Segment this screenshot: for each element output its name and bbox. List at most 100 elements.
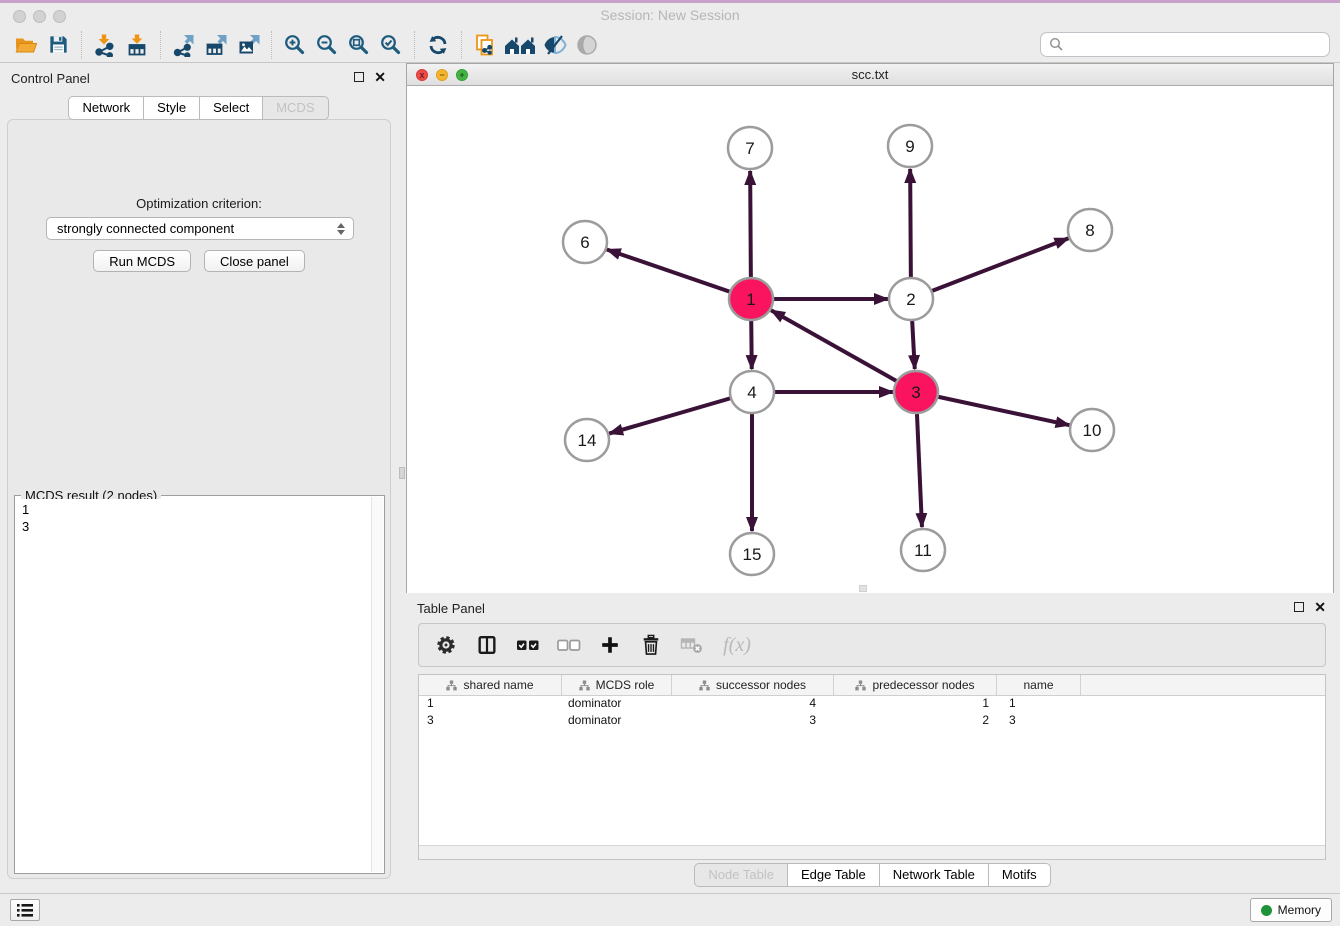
task-history-button[interactable] [10,899,40,921]
zoom-out-button[interactable] [311,30,343,60]
graph-node-6[interactable]: 6 [563,221,607,263]
zoom-in-button[interactable] [279,30,311,60]
column-header-successor-nodes[interactable]: successor nodes [672,675,834,695]
criterion-value: strongly connected component [57,221,337,236]
float-table-panel-icon[interactable] [1294,602,1304,612]
graph-node-4[interactable]: 4 [730,371,774,413]
svg-text:9: 9 [905,137,914,156]
network-canvas[interactable]: 1 2 3 4 6 7 8 9 10 11 14 15 [407,86,1333,593]
tab-select[interactable]: Select [199,96,263,120]
first-neighbors-icon [504,34,536,56]
export-image-icon [236,33,261,57]
run-mcds-button[interactable]: Run MCDS [93,250,191,272]
search-field[interactable] [1040,32,1330,57]
graph-node-8[interactable]: 8 [1068,209,1112,251]
table-tabs: Node TableEdge TableNetwork TableMotifs [406,863,1340,887]
save-session-button[interactable] [42,30,74,60]
criterion-select[interactable]: strongly connected component [46,217,354,240]
tab-style[interactable]: Style [143,96,200,120]
close-table-panel-icon[interactable]: ✕ [1314,598,1326,616]
cell-predecessor-nodes[interactable]: 1 [834,696,997,713]
open-session-button[interactable] [10,30,42,60]
export-table-button[interactable] [200,30,232,60]
zoom-fit-button[interactable] [343,30,375,60]
graph-node-14[interactable]: 14 [565,419,609,461]
control-panel: Control Panel ✕ NetworkStyleSelectMCDS O… [0,63,398,893]
export-network-button[interactable] [168,30,200,60]
cell-name[interactable]: 1 [997,696,1081,713]
mcds-result-box: MCDS result (2 nodes) 1 3 [14,495,385,874]
column-header-shared-name[interactable]: shared name [419,675,562,695]
graph-edge-3-1[interactable] [771,310,916,392]
tab-motifs[interactable]: Motifs [988,863,1051,887]
graph-node-10[interactable]: 10 [1070,409,1114,451]
svg-text:6: 6 [580,233,589,252]
delete-column-button[interactable] [638,631,664,659]
show-columns-button[interactable] [474,631,500,659]
graph-node-11[interactable]: 11 [901,529,945,571]
cell-successor-nodes[interactable]: 3 [672,713,834,730]
graph-node-1[interactable]: 1 [729,278,773,320]
panel-divider[interactable] [398,63,406,893]
tab-edge-table[interactable]: Edge Table [787,863,880,887]
delete-table-icon [680,635,704,655]
table-row[interactable]: 3dominator323 [419,713,1325,730]
deselect-all-button[interactable] [556,631,582,659]
svg-text:4: 4 [747,383,756,402]
tab-network[interactable]: Network [68,96,144,120]
import-table-button[interactable] [121,30,153,60]
first-neighbors-button[interactable] [501,30,539,60]
column-header-MCDS-role[interactable]: MCDS role [562,675,672,695]
result-scrollbar[interactable] [371,497,383,872]
table-horizontal-scrollbar[interactable] [419,845,1325,859]
delete-table-button[interactable] [679,631,705,659]
columns-icon [476,634,498,656]
float-panel-icon[interactable] [354,72,364,82]
graph-node-9[interactable]: 9 [888,125,932,167]
export-image-button[interactable] [232,30,264,60]
import-network-button[interactable] [89,30,121,60]
network-window-titlebar[interactable]: x − + scc.txt [407,64,1333,86]
graph-node-7[interactable]: 7 [728,127,772,169]
tab-node-table[interactable]: Node Table [694,863,788,887]
add-column-button[interactable] [597,631,623,659]
clone-network-button[interactable] [469,30,501,60]
cell-shared-name[interactable]: 1 [419,696,562,713]
cell-shared-name[interactable]: 3 [419,713,562,730]
cell-MCDS-role[interactable]: dominator [562,696,672,713]
zoom-selected-button[interactable] [375,30,407,60]
cell-name[interactable]: 3 [997,713,1081,730]
close-panel-icon[interactable]: ✕ [374,68,386,86]
show-graphics-button[interactable] [539,30,571,60]
tab-mcds[interactable]: MCDS [262,96,328,120]
canvas-resize-grip[interactable] [859,585,867,592]
table-panel: Table Panel ✕ f(x) shared nameMCDS roles… [406,593,1340,888]
divider-grip[interactable] [399,467,405,479]
network-graph[interactable]: 1 2 3 4 6 7 8 9 10 11 14 15 [407,86,1333,593]
refresh-icon [426,33,450,57]
graph-edge-3-10[interactable] [916,392,1070,425]
graph-node-3[interactable]: 3 [894,371,938,413]
cell-MCDS-role[interactable]: dominator [562,713,672,730]
refresh-view-button[interactable] [422,30,454,60]
memory-button[interactable]: Memory [1250,898,1332,922]
table-settings-button[interactable] [433,631,459,659]
tab-network-table[interactable]: Network Table [879,863,989,887]
hide-graphics-button[interactable] [571,30,603,60]
session-title: Session: New Session [0,7,1340,23]
cell-predecessor-nodes[interactable]: 2 [834,713,997,730]
mcds-result-text[interactable]: 1 3 [16,499,370,872]
graph-node-2[interactable]: 2 [889,278,933,320]
function-builder-button[interactable]: f(x) [720,631,754,659]
close-panel-button[interactable]: Close panel [204,250,305,272]
cell-successor-nodes[interactable]: 4 [672,696,834,713]
search-input[interactable] [1070,37,1321,52]
graph-edge-2-8[interactable] [911,238,1069,299]
table-row[interactable]: 1dominator411 [419,696,1325,713]
select-all-button[interactable] [515,631,541,659]
graph-node-15[interactable]: 15 [730,533,774,575]
column-header-predecessor-nodes[interactable]: predecessor nodes [834,675,997,695]
network-view-window: x − + scc.txt 1 2 3 4 6 7 8 9 10 11 14 15 [406,63,1334,593]
column-header-name[interactable]: name [997,675,1081,695]
plus-icon [599,634,621,656]
